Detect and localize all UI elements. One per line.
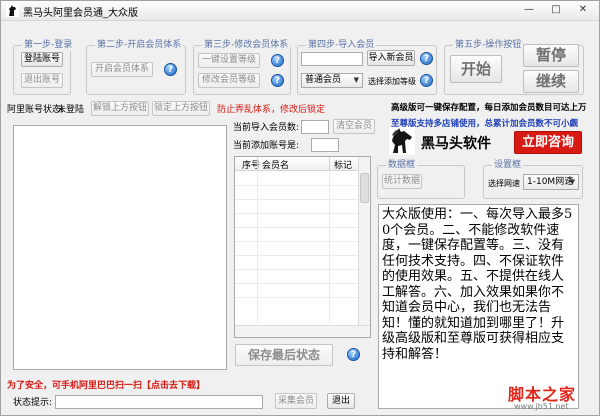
import-file-input[interactable]	[301, 52, 363, 66]
scroll-thumb[interactable]	[360, 173, 369, 203]
resume-button[interactable]: 继续	[523, 70, 579, 93]
col-mark-header[interactable]: 标记	[334, 158, 352, 171]
modify-help-icon[interactable]: ?	[271, 74, 284, 87]
status-tip-label: 状态提示:	[13, 398, 53, 408]
exit-button[interactable]: 退出	[327, 393, 355, 409]
one-click-level-button[interactable]: 一键设置等级	[198, 53, 260, 68]
select-level-label: 选择添加等级	[368, 77, 416, 86]
horse-logo-icon	[389, 127, 415, 155]
modify-level-button[interactable]: 修改会员等级	[198, 73, 260, 88]
safety-download-link[interactable]: 为了安全，可手机阿里巴巴扫一扫【点击去下载】	[7, 378, 205, 391]
table-header: 序号 会员名 标记	[235, 157, 358, 171]
consult-now-button[interactable]: 立即咨询	[514, 131, 582, 154]
network-speed-label: 选择网速	[488, 179, 520, 188]
step3-title: 第三步-修改会员体系	[202, 40, 291, 51]
member-level-value: 普通会员	[305, 75, 342, 85]
stats-button[interactable]: 统计数据	[382, 174, 422, 189]
settings-box-title: 设置框	[492, 160, 524, 171]
promo-advanced-text: 高级版可一键保存配置，每日添加会员数目可达上万	[391, 103, 587, 113]
login-button[interactable]: 登陆账号	[21, 52, 63, 67]
account-status-label: 阿里账号状态:	[7, 105, 65, 115]
maximize-icon[interactable]: □	[543, 3, 569, 18]
open-membership-button[interactable]: 开启会员体系	[91, 62, 153, 77]
status-tip-field	[55, 395, 263, 409]
lock-buttons-button[interactable]: 锁定上方按钮	[152, 101, 210, 116]
member-level-select[interactable]: 普通会员 ▼	[301, 73, 363, 88]
imported-count-field	[301, 120, 329, 134]
minimize-icon[interactable]: —	[516, 3, 542, 18]
chevron-down-icon: ▼	[569, 178, 575, 186]
horse-app-icon	[6, 4, 19, 17]
table-vertical-scrollbar[interactable]	[358, 157, 370, 325]
member-table[interactable]: 序号 会员名 标记	[234, 156, 371, 338]
network-speed-select[interactable]: 1-10M网速 ▼	[523, 174, 579, 190]
version-notice-text: 大众版使用：一、每次导入最多50个会员。二、不能修改软件速度，一键保存配置等。三…	[378, 204, 579, 409]
unlock-buttons-button[interactable]: 解锁上方按钮	[91, 101, 149, 116]
site-watermark: 脚本之家 www.jb51.net	[508, 381, 600, 415]
network-speed-value: 1-10M网速	[527, 177, 574, 187]
import-help-icon[interactable]: ?	[420, 52, 433, 65]
chevron-down-icon: ▼	[353, 76, 359, 84]
brand-name: 黑马头软件	[421, 136, 491, 152]
step5-title: 第五步-操作按钮	[453, 40, 524, 51]
step4-title: 第四步-导入会员	[306, 40, 377, 51]
current-account-field	[311, 138, 339, 152]
promo-supreme-text: 至尊版支持多店铺使用，总累计加会员数不可小觑	[391, 119, 579, 129]
log-panel[interactable]	[13, 125, 227, 370]
save-help-icon[interactable]: ?	[347, 348, 360, 361]
collect-members-button[interactable]: 采集会员	[275, 393, 317, 409]
imported-count-label: 当前导入会员数:	[233, 123, 300, 133]
window-title: 黑马头阿里会员通_大众版	[23, 8, 138, 19]
save-state-button[interactable]: 保存最后状态	[235, 344, 333, 366]
level-help-icon[interactable]: ?	[420, 74, 433, 87]
account-status-value: 未登陆	[57, 105, 85, 115]
data-box-title: 数据框	[386, 160, 418, 171]
title-bar: 黑马头阿里会员通_大众版 — □ ✕	[1, 1, 599, 21]
table-horizontal-scrollbar[interactable]	[235, 325, 370, 337]
import-members-button[interactable]: 导入新会员	[367, 50, 415, 66]
logout-button[interactable]: 退出账号	[21, 73, 63, 88]
close-icon[interactable]: ✕	[570, 3, 596, 18]
app-window: 黑马头阿里会员通_大众版 — □ ✕ 第一步-登录 登陆账号 退出账号 第二步-…	[0, 0, 600, 416]
lock-warning-text: 防止弄乱体系，修改后锁定	[217, 105, 326, 115]
pause-button[interactable]: 暂停	[523, 44, 579, 67]
current-account-label: 当前添加账号是:	[233, 141, 300, 151]
step2-title: 第二步-开启会员体系	[95, 40, 184, 51]
one-click-help-icon[interactable]: ?	[271, 54, 284, 67]
step2-help-icon[interactable]: ?	[164, 63, 177, 76]
start-button[interactable]: 开始	[450, 55, 502, 83]
step1-title: 第一步-登录	[22, 40, 75, 51]
clear-members-button[interactable]: 清空会员	[333, 119, 375, 134]
col-member-header[interactable]: 会员名	[262, 158, 289, 171]
watermark-url: www.jb51.net	[514, 402, 569, 411]
